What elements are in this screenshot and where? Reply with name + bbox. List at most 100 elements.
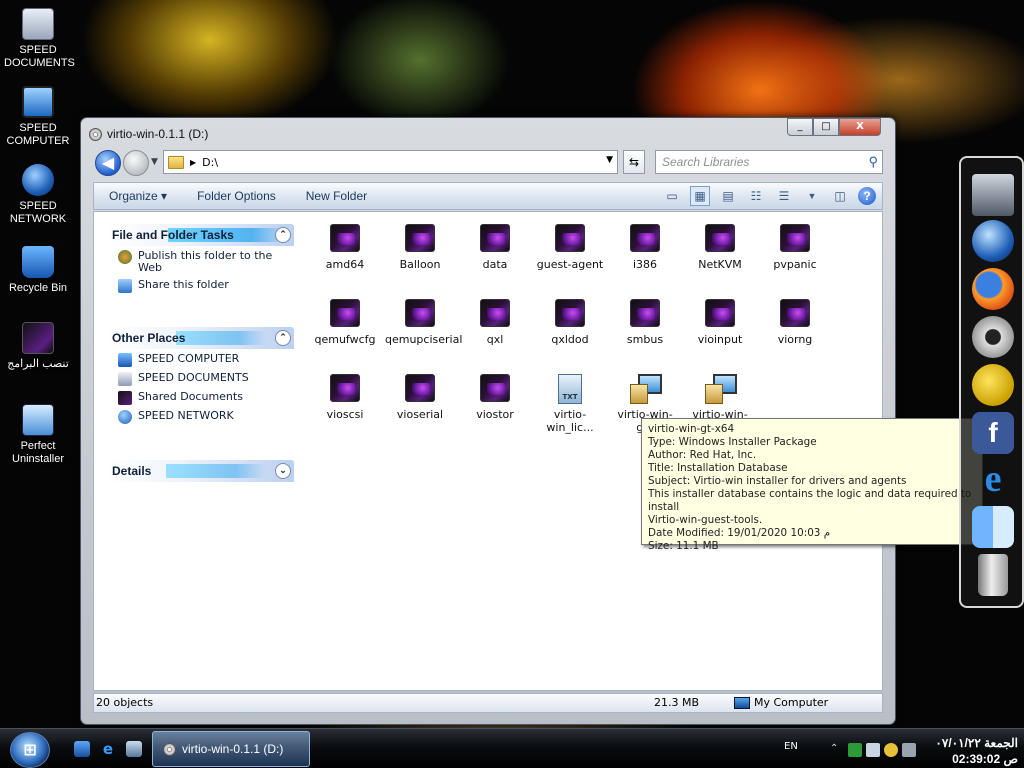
close-button[interactable]: X xyxy=(839,118,881,136)
computer-icon[interactable] xyxy=(972,174,1014,216)
location-indicator: My Computer xyxy=(734,694,828,712)
address-dropdown-icon[interactable]: ▼ xyxy=(606,155,613,165)
security-tray-icon[interactable] xyxy=(848,743,862,757)
file-item-folder[interactable]: qxl xyxy=(460,299,530,346)
folder-icon xyxy=(405,299,435,327)
folder-options-button[interactable]: Folder Options xyxy=(182,189,291,203)
network-tray-icon[interactable] xyxy=(866,743,880,757)
window-title-bar[interactable]: virtio-win-0.1.1 (D:) xyxy=(89,124,208,144)
view-dropdown-icon[interactable]: ▼ xyxy=(802,186,822,206)
desktop-icon-label: SPEED NETWORK xyxy=(9,200,67,225)
forward-button[interactable] xyxy=(123,150,149,176)
facebook-icon[interactable]: f xyxy=(972,412,1014,454)
start-button[interactable]: ⊞ xyxy=(10,732,50,768)
expand-icon[interactable]: ⌄ xyxy=(275,463,291,479)
task-publish-web[interactable]: Publish this folder to the Web xyxy=(118,250,294,274)
internet-explorer-icon[interactable]: e xyxy=(972,458,1014,500)
breadcrumb-arrow-icon[interactable]: ▶ xyxy=(190,158,196,167)
file-item-folder[interactable]: NetKVM xyxy=(685,224,755,271)
taskbar-window-label: virtio-win-0.1.1 (D:) xyxy=(182,742,284,756)
desktop-icon-recycle-bin[interactable]: Recycle Bin xyxy=(4,246,72,295)
file-item-folder[interactable]: i386 xyxy=(610,224,680,271)
refresh-button[interactable]: ⇆ xyxy=(623,150,645,174)
file-folder-tasks-header[interactable]: File and Folder Tasks ⌃ xyxy=(106,224,294,246)
file-item-folder[interactable]: viostor xyxy=(460,374,530,421)
globe-icon xyxy=(118,410,132,424)
collapse-icon[interactable]: ⌃ xyxy=(275,330,291,346)
volume-tray-icon[interactable] xyxy=(902,743,916,757)
file-item-folder[interactable]: pvpanic xyxy=(760,224,830,271)
preview-view-icon[interactable]: ▭ xyxy=(662,186,682,206)
tooltip-line: virtio-win-gt-x64 xyxy=(648,423,735,435)
file-name: amd64 xyxy=(325,258,365,271)
folder-icon xyxy=(330,374,360,402)
switch-windows-icon[interactable] xyxy=(126,741,142,757)
place-label: SPEED NETWORK xyxy=(138,409,234,422)
desktop-icon-speed-computer[interactable]: SPEED COMPUTER xyxy=(4,86,72,148)
file-item-folder[interactable]: vioserial xyxy=(385,374,455,421)
trash-icon[interactable] xyxy=(978,554,1008,596)
file-item-text[interactable]: TXT virtio-win_lic... xyxy=(535,374,605,434)
desktop-icon-install-programs[interactable]: تنصب البرامج xyxy=(4,322,72,371)
details-view-icon[interactable]: ☰ xyxy=(774,186,794,206)
desktop-icon-speed-documents[interactable]: SPEED DOCUMENTS xyxy=(4,8,75,70)
yahoo-messenger-icon[interactable] xyxy=(972,364,1014,406)
firefox-icon[interactable] xyxy=(972,268,1014,310)
large-icons-view-icon[interactable]: ▦ xyxy=(690,186,710,206)
object-count: 20 objects xyxy=(96,696,154,709)
folder-icon xyxy=(630,224,660,252)
file-item-folder[interactable]: guest-agent xyxy=(535,224,605,271)
skype-tray-icon[interactable] xyxy=(884,743,898,757)
other-places-header[interactable]: Other Places ⌃ xyxy=(106,327,294,349)
taskbar-window-button[interactable]: virtio-win-0.1.1 (D:) xyxy=(152,731,310,767)
file-name: Balloon xyxy=(399,258,441,271)
system-clock[interactable]: الجمعة ٠٧/٠١/٢٢ 02:39:02 ص xyxy=(935,735,1018,767)
desktop-icon-speed-network[interactable]: SPEED NETWORK xyxy=(4,164,72,226)
file-item-folder[interactable]: viorng xyxy=(760,299,830,346)
highlight-decoration xyxy=(166,464,266,478)
place-speed-network[interactable]: SPEED NETWORK xyxy=(118,410,294,424)
file-folder-tasks-panel: File and Folder Tasks ⌃ Publish this fol… xyxy=(106,224,294,298)
details-header[interactable]: Details ⌄ xyxy=(106,460,294,482)
finder-icon[interactable] xyxy=(972,506,1014,548)
collapse-icon[interactable]: ⌃ xyxy=(275,227,291,243)
place-speed-computer[interactable]: SPEED COMPUTER xyxy=(118,353,294,367)
language-indicator[interactable]: EN xyxy=(784,741,798,752)
file-item-folder[interactable]: qxldod xyxy=(535,299,605,346)
help-button[interactable]: ? xyxy=(858,187,876,205)
file-item-folder[interactable]: data xyxy=(460,224,530,271)
address-bar[interactable]: ▶ D:\ ▼ xyxy=(163,150,618,174)
file-item-folder[interactable]: qemupciserial xyxy=(385,299,462,346)
search-icon[interactable]: ⚲ xyxy=(868,151,878,173)
gear-icon[interactable] xyxy=(972,316,1014,358)
panel-title: Details xyxy=(112,464,152,478)
show-desktop-icon[interactable] xyxy=(74,741,90,757)
place-shared-documents[interactable]: Shared Documents xyxy=(118,391,294,405)
preview-pane-icon[interactable]: ◫ xyxy=(830,186,850,206)
file-item-folder[interactable]: vioscsi xyxy=(310,374,380,421)
globe-icon[interactable] xyxy=(972,220,1014,262)
organize-button[interactable]: Organize ▾ xyxy=(94,189,182,203)
back-button[interactable]: ◀ xyxy=(95,150,121,176)
file-item-folder[interactable]: amd64 xyxy=(310,224,380,271)
internet-explorer-icon[interactable]: e xyxy=(100,741,116,757)
new-folder-button[interactable]: New Folder xyxy=(291,189,382,203)
search-input[interactable]: Search Libraries ⚲ xyxy=(655,150,883,174)
task-share-folder[interactable]: Share this folder xyxy=(118,279,294,293)
clock-date: الجمعة ٠٧/٠١/٢٢ xyxy=(935,736,1018,750)
file-item-folder[interactable]: Balloon xyxy=(385,224,455,271)
tiles-view-icon[interactable]: ▤ xyxy=(718,186,738,206)
recent-pages-dropdown[interactable]: ▼ xyxy=(151,157,158,167)
tray-arrow-icon[interactable]: ⌃ xyxy=(830,743,844,757)
minimize-button[interactable]: _ xyxy=(787,118,813,136)
file-item-folder[interactable]: smbus xyxy=(610,299,680,346)
place-speed-documents[interactable]: SPEED DOCUMENTS xyxy=(118,372,294,386)
file-item-folder[interactable]: vioinput xyxy=(685,299,755,346)
file-item-folder[interactable]: qemufwcfg xyxy=(310,299,380,346)
maximize-button[interactable]: □ xyxy=(813,118,839,136)
list-view-icon[interactable]: ☷ xyxy=(746,186,766,206)
file-name: virtio-win_lic... xyxy=(546,408,594,434)
desktop-icon-perfect-uninstaller[interactable]: Perfect Uninstaller xyxy=(4,404,72,466)
file-name: NetKVM xyxy=(698,258,742,271)
place-label: Shared Documents xyxy=(138,390,243,403)
